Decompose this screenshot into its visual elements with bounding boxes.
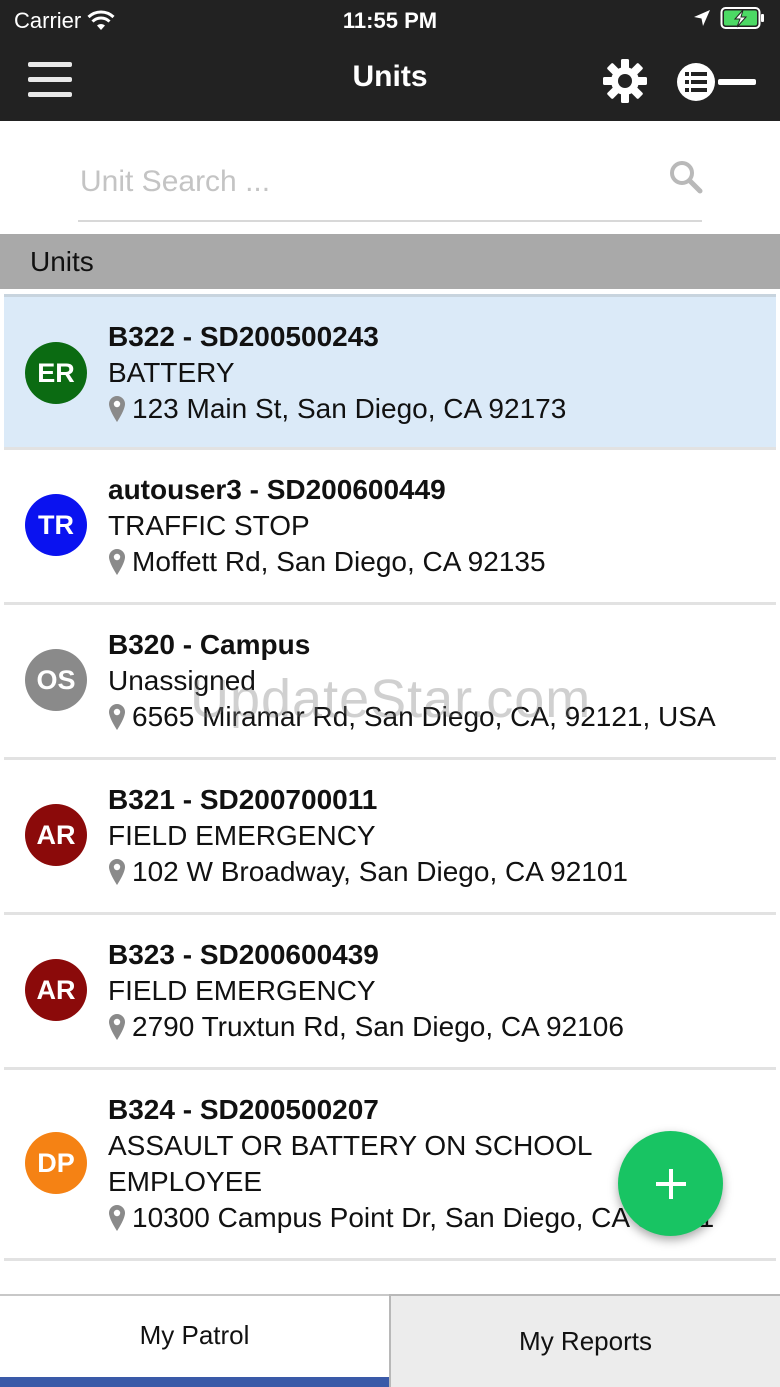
unit-address: 2790 Truxtun Rd, San Diego, CA 92106 (108, 1009, 766, 1045)
unit-address-text: 102 W Broadway, San Diego, CA 92101 (132, 856, 629, 887)
unit-status: BATTERY (108, 357, 235, 388)
unit-title: B323 - SD200600439 (108, 939, 379, 970)
unit-row[interactable]: ER B322 - SD200500243 BATTERY 123 Main S… (4, 294, 776, 447)
status-right (692, 6, 766, 30)
unit-search-input[interactable] (78, 151, 662, 213)
unit-row[interactable]: TR autouser3 - SD200600449 TRAFFIC STOP … (4, 447, 776, 602)
bottom-tab-bar: My Patrol My Reports (0, 1294, 780, 1387)
plus-icon (655, 1168, 686, 1199)
unit-status: FIELD EMERGENCY (108, 975, 376, 1006)
unit-address: 102 W Broadway, San Diego, CA 92101 (108, 854, 766, 890)
location-pin-icon (109, 1014, 125, 1040)
unit-status: Unassigned (108, 665, 256, 696)
unit-row[interactable]: AR B323 - SD200600439 FIELD EMERGENCY 27… (4, 912, 776, 1067)
location-pin-icon (109, 549, 125, 575)
unit-address-text: Moffett Rd, San Diego, CA 92135 (132, 546, 546, 577)
unit-avatar: AR (25, 804, 87, 866)
tab-label: My Reports (519, 1326, 652, 1356)
location-pin-icon (109, 704, 125, 730)
tab-my-patrol[interactable]: My Patrol (0, 1294, 389, 1387)
location-pin-icon (109, 1205, 125, 1231)
list-collapse-icon[interactable] (674, 60, 758, 104)
location-pin-icon (109, 859, 125, 885)
unit-avatar: AR (25, 959, 87, 1021)
active-tab-indicator (0, 1377, 389, 1387)
unit-title: autouser3 - SD200600449 (108, 474, 446, 505)
status-bar: Carrier 11:55 PM (0, 0, 780, 40)
unit-avatar: DP (25, 1132, 87, 1194)
unit-address-text: 123 Main St, San Diego, CA 92173 (132, 393, 567, 424)
unit-row[interactable]: AR B321 - SD200700011 FIELD EMERGENCY 10… (4, 757, 776, 912)
unit-avatar: ER (25, 342, 87, 404)
search-bar (0, 121, 780, 233)
unit-avatar: OS (25, 649, 87, 711)
section-title: Units (30, 246, 94, 277)
location-arrow-icon (694, 10, 710, 26)
page-title: Units (352, 60, 428, 93)
unit-title: B321 - SD200700011 (108, 784, 378, 815)
gear-icon[interactable] (602, 58, 648, 104)
unit-avatar: TR (25, 494, 87, 556)
status-time: 11:55 PM (342, 8, 438, 33)
unit-address-text: 2790 Truxtun Rd, San Diego, CA 92106 (132, 1011, 624, 1042)
unit-title: B320 - Campus (108, 629, 311, 660)
search-underline (78, 220, 702, 222)
add-button[interactable] (618, 1131, 723, 1236)
section-header: Units (0, 234, 780, 289)
unit-status: ASSAULT OR BATTERY ON SCHOOL EMPLOYEE (108, 1130, 592, 1197)
unit-title: B322 - SD200500243 (108, 321, 379, 352)
unit-address-text: 6565 Miramar Rd, San Diego, CA, 92121, U… (132, 701, 716, 732)
unit-title: B324 - SD200500207 (108, 1094, 379, 1125)
battery-charging-icon (720, 7, 764, 29)
unit-status: TRAFFIC STOP (108, 510, 310, 541)
search-icon[interactable] (668, 159, 704, 195)
unit-address: 123 Main St, San Diego, CA 92173 (108, 391, 766, 427)
location-pin-icon (109, 396, 125, 422)
tab-label: My Patrol (139, 1320, 250, 1350)
unit-address: 6565 Miramar Rd, San Diego, CA, 92121, U… (108, 699, 766, 735)
unit-status: FIELD EMERGENCY (108, 820, 376, 851)
unit-row[interactable]: OS B320 - Campus Unassigned 6565 Miramar… (4, 602, 776, 757)
tab-my-reports[interactable]: My Reports (389, 1294, 780, 1387)
unit-address: Moffett Rd, San Diego, CA 92135 (108, 544, 766, 580)
nav-bar: Units (0, 40, 780, 121)
